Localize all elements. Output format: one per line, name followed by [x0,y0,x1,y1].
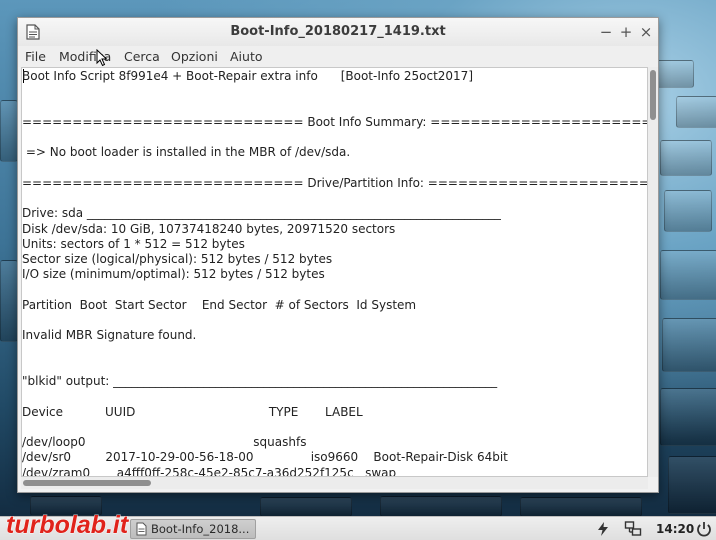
desktop-tile [676,96,716,128]
text-editor-window: Boot-Info_20180217_1419.txt − + × File M… [17,17,659,493]
text-line: Disk /dev/sda: 10 GiB, 10737418240 bytes… [22,221,396,236]
desktop-tile [660,388,716,446]
bolt-icon[interactable] [594,520,612,538]
close-button[interactable]: × [636,22,656,42]
vertical-scrollbar-thumb[interactable] [650,70,656,120]
text-line: => No boot loader is installed in the MB… [22,145,351,160]
desktop-tile [520,497,642,517]
minimize-button[interactable]: − [596,22,616,42]
text-line: /dev/loop0 squashfs [22,435,307,449]
text-line: /dev/sr0 2017-10-29-00-56-18-00 iso9660 … [22,450,508,465]
text-line: Device UUID TYPE LABEL [22,404,363,419]
menu-cerca[interactable]: Cerca [124,46,160,67]
desktop-tile [660,140,712,176]
menu-aiuto[interactable]: Aiuto [230,46,263,67]
mouse-pointer-icon [96,49,108,67]
text-line: /dev/zram0 a4fff0ff-258c-45e2-85c7-a36d2… [22,465,397,477]
menu-bar: File Modifica Cerca Opzioni Aiuto [18,46,658,67]
text-line: ============================ Boot Info S… [22,114,647,129]
text-line: Drive: sda _____________________________… [22,206,501,221]
maximize-button[interactable]: + [616,22,636,42]
text-line: Boot Info Script 8f991e4 + Boot-Repair e… [22,69,473,83]
network-icon[interactable] [624,520,642,538]
desktop-tile [0,260,18,342]
text-line: ============================ Drive/Parti… [22,175,648,190]
text-line: Sector size (logical/physical): 512 byte… [22,252,333,266]
desktop-tile [260,497,352,517]
text-content-area[interactable]: Boot Info Script 8f991e4 + Boot-Repair e… [21,67,648,477]
taskbar-clock[interactable]: 14:20 [656,517,694,540]
window-title: Boot-Info_20180217_1419.txt [230,24,446,39]
text-line: I/O size (minimum/optimal): 512 bytes / … [22,267,325,282]
text-line: Invalid MBR Signature found. [22,328,197,343]
horizontal-scrollbar-thumb[interactable] [23,480,151,486]
horizontal-scrollbar[interactable] [21,477,648,489]
power-icon[interactable] [695,520,713,538]
desktop-tile [662,318,716,372]
menu-opzioni[interactable]: Opzioni [171,46,218,67]
text-line: Partition Boot Start Sector End Sector #… [22,297,417,312]
desktop-tile [668,456,716,514]
desktop-tile [660,250,716,300]
window-titlebar[interactable]: Boot-Info_20180217_1419.txt − + × [18,18,658,47]
desktop-tile [0,100,18,162]
vertical-scrollbar[interactable] [648,67,658,477]
desktop-tile [380,496,502,517]
text-line: Units: sectors of 1 * 512 = 512 bytes [22,236,245,251]
desktop-tile [664,190,712,232]
turbolab-watermark-logo: turbolab.it [6,511,131,540]
svg-text:turbolab.it: turbolab.it [6,511,130,539]
menu-file[interactable]: File [25,46,46,67]
text-line: "blkid" output: ________________________… [22,374,498,388]
